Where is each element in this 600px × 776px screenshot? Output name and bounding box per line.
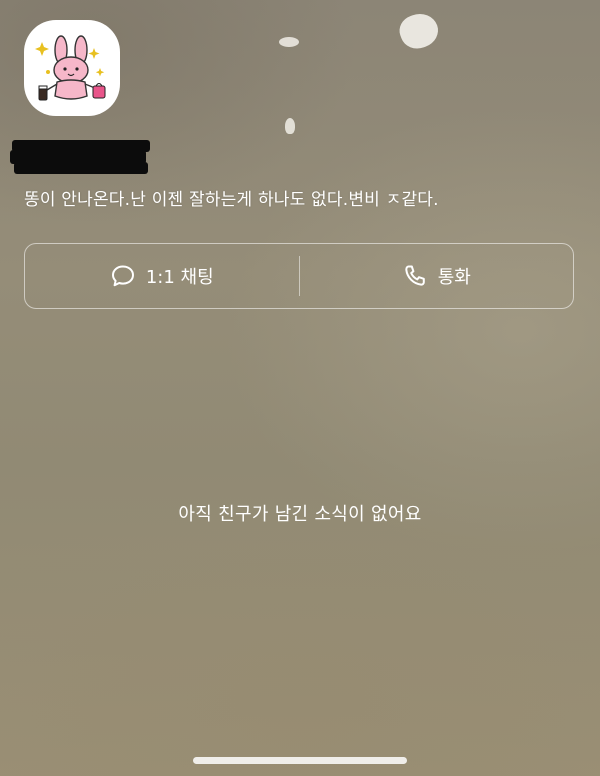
profile-action-bar: 1:1 채팅 통화: [24, 243, 574, 309]
empty-feed-message: 아직 친구가 남긴 소식이 없어요: [178, 504, 422, 525]
call-button[interactable]: 통화: [300, 244, 574, 308]
call-button-label: 통화: [437, 267, 471, 288]
pink-bunny-character-icon: [35, 35, 106, 101]
background-spot: [395, 8, 443, 54]
speech-bubble-icon: [110, 263, 136, 289]
status-message: 똥이 안나온다.난 이젠 잘하는게 하나도 없다.변비 ㅈ같다.: [24, 190, 439, 210]
chat-button-label: 1:1 채팅: [145, 267, 214, 288]
phone-icon: [402, 263, 428, 289]
background-spot: [285, 118, 295, 134]
background-spot: [279, 37, 299, 47]
chat-button[interactable]: 1:1 채팅: [25, 244, 299, 308]
profile-name-redacted: [10, 138, 150, 178]
profile-avatar[interactable]: [24, 20, 120, 116]
home-indicator[interactable]: [193, 757, 407, 764]
